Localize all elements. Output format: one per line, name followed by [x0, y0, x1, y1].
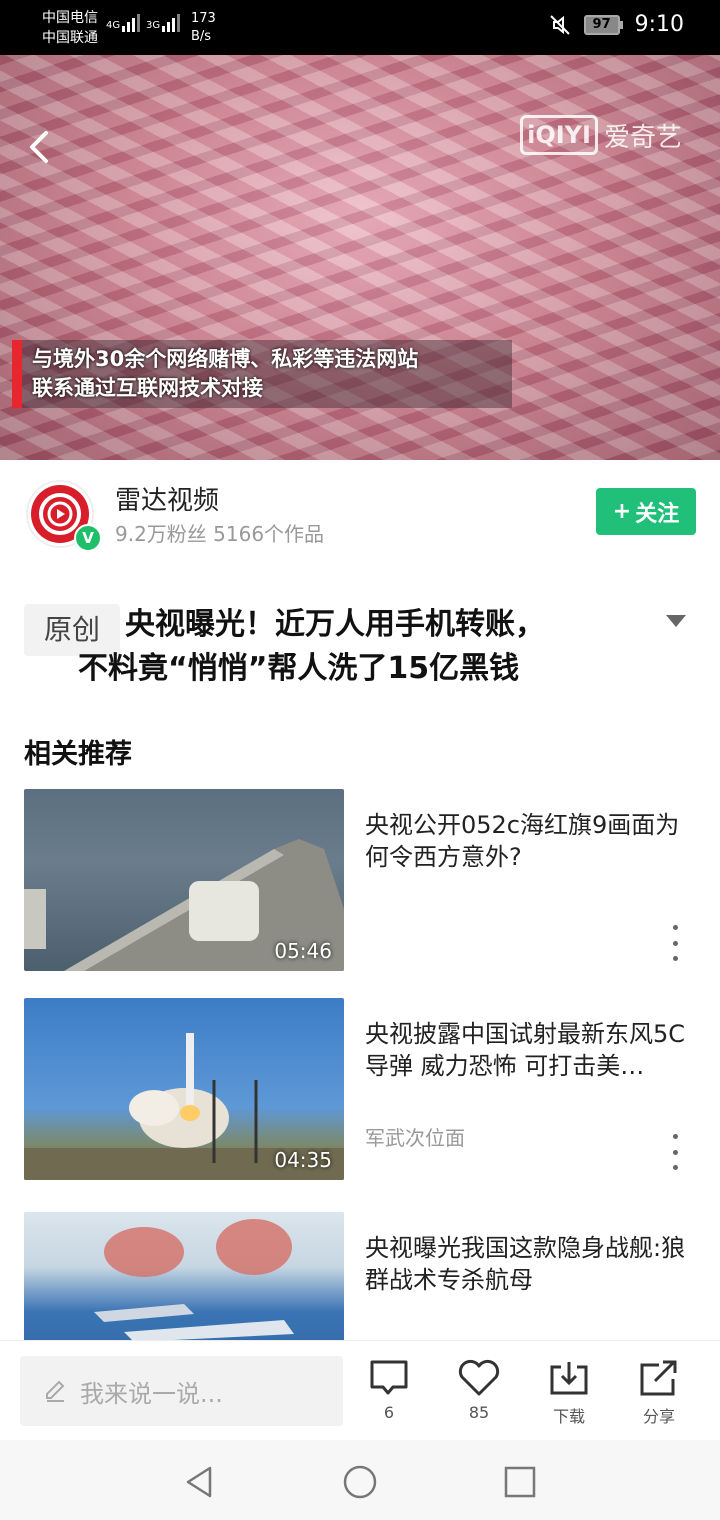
- article-title-line-2: 不料竟“悄悄”帮人洗了15亿黑钱: [78, 651, 520, 686]
- iqiyi-logo: iQIYI: [520, 115, 598, 155]
- comment-button[interactable]: 6: [359, 1359, 419, 1429]
- network-speed: 173 B/s: [191, 10, 216, 46]
- like-count: 85: [468, 1403, 490, 1422]
- share-label: 分享: [642, 1407, 675, 1426]
- battery-icon: 97: [583, 14, 623, 35]
- video-source: 军武次位面: [365, 1126, 465, 1150]
- related-heading: 相关推荐: [24, 739, 132, 770]
- nav-recents-icon[interactable]: [500, 1462, 540, 1502]
- nav-home-icon[interactable]: [340, 1462, 380, 1502]
- list-item[interactable]: 05:46 央视公开052c海红旗9画面为何令西方意外?: [0, 789, 720, 974]
- signal-bars-icon: [162, 12, 181, 32]
- iqiyi-watermark: iQIYI 爱奇艺: [520, 115, 682, 155]
- nav-back-icon[interactable]: [180, 1462, 220, 1502]
- comment-input[interactable]: 我来说一说...: [20, 1356, 343, 1426]
- author-name[interactable]: 雷达视频: [115, 480, 219, 517]
- follow-label: 关注: [635, 501, 680, 527]
- system-nav-bar: [0, 1440, 720, 1520]
- share-icon: [640, 1360, 677, 1396]
- signal-bars-icon: [122, 12, 141, 32]
- video-title[interactable]: 央视公开052c海红旗9画面为何令西方意外?: [365, 809, 695, 873]
- author-stats: 9.2万粉丝 5166个作品: [115, 522, 325, 546]
- follow-button[interactable]: + 关注: [596, 488, 696, 535]
- caption-line-2: 联系通过互联网技术对接: [32, 376, 263, 400]
- expand-triangle-icon[interactable]: [666, 615, 686, 627]
- more-options-icon[interactable]: [666, 925, 684, 961]
- download-button[interactable]: 下载: [539, 1359, 599, 1429]
- video-thumbnail[interactable]: [24, 1212, 344, 1340]
- carrier-1: 中国电信: [42, 10, 98, 26]
- like-button[interactable]: 85: [449, 1359, 509, 1429]
- download-label: 下载: [552, 1407, 585, 1426]
- video-thumbnail[interactable]: 05:46: [24, 789, 344, 971]
- video-duration: 04:35: [274, 1148, 332, 1172]
- comment-icon: [370, 1360, 408, 1395]
- article-title-line-1: 央视曝光！近万人用手机转账，: [125, 607, 545, 642]
- comment-count: 6: [383, 1403, 395, 1422]
- author-row: V 雷达视频 9.2万粉丝 5166个作品 + 关注: [0, 460, 720, 570]
- video-duration: 05:46: [274, 939, 332, 963]
- mute-icon: [549, 14, 570, 35]
- list-item[interactable]: 央视曝光我国这款隐身战舰:狼群战术专杀航母: [0, 1212, 720, 1340]
- iqiyi-text: 爱奇艺: [603, 122, 682, 153]
- battery-level: 97: [583, 14, 620, 35]
- video-title[interactable]: 央视披露中国试射最新东风5C导弹 威力恐怖 可打击美…: [365, 1018, 695, 1082]
- network-type-1: 4G: [106, 20, 121, 31]
- speed-value: 173: [191, 11, 216, 26]
- speed-unit: B/s: [191, 29, 212, 44]
- article-title-area: 原创 央视曝光！近万人用手机转账， 不料竟“悄悄”帮人洗了15亿黑钱: [0, 600, 720, 700]
- comment-placeholder: 我来说一说...: [80, 1379, 223, 1408]
- back-arrow-icon[interactable]: [22, 127, 56, 167]
- more-options-icon[interactable]: [666, 1134, 684, 1170]
- carrier-info: 中国电信 中国联通: [42, 8, 98, 48]
- pencil-icon: [46, 1380, 65, 1402]
- bottom-action-bar: 我来说一说... 6 85 下载 分享: [0, 1340, 720, 1440]
- video-player[interactable]: iQIYI 爱奇艺 与境外30余个网络赌博、私彩等违法网站 联系通过互联网技术对…: [0, 55, 720, 460]
- list-item[interactable]: 04:35 央视披露中国试射最新东风5C导弹 威力恐怖 可打击美… 军武次位面: [0, 998, 720, 1183]
- video-thumbnail[interactable]: 04:35: [24, 998, 344, 1180]
- status-bar: 中国电信 中国联通 4G 3G 173 B/s 97 9:10: [0, 0, 720, 55]
- verified-badge-icon: V: [74, 524, 102, 552]
- clock: 9:10: [634, 12, 684, 37]
- caption-line-1: 与境外30余个网络赌博、私彩等违法网站: [32, 347, 419, 371]
- video-caption: 与境外30余个网络赌博、私彩等违法网站 联系通过互联网技术对接: [12, 340, 512, 408]
- video-title[interactable]: 央视曝光我国这款隐身战舰:狼群战术专杀航母: [365, 1232, 695, 1296]
- network-type-2: 3G: [146, 20, 161, 31]
- carrier-2: 中国联通: [42, 30, 98, 46]
- heart-icon: [458, 1359, 500, 1396]
- share-button[interactable]: 分享: [629, 1359, 689, 1429]
- plus-icon: +: [612, 499, 632, 524]
- warships-image: [94, 1219, 294, 1340]
- download-icon: [550, 1362, 588, 1395]
